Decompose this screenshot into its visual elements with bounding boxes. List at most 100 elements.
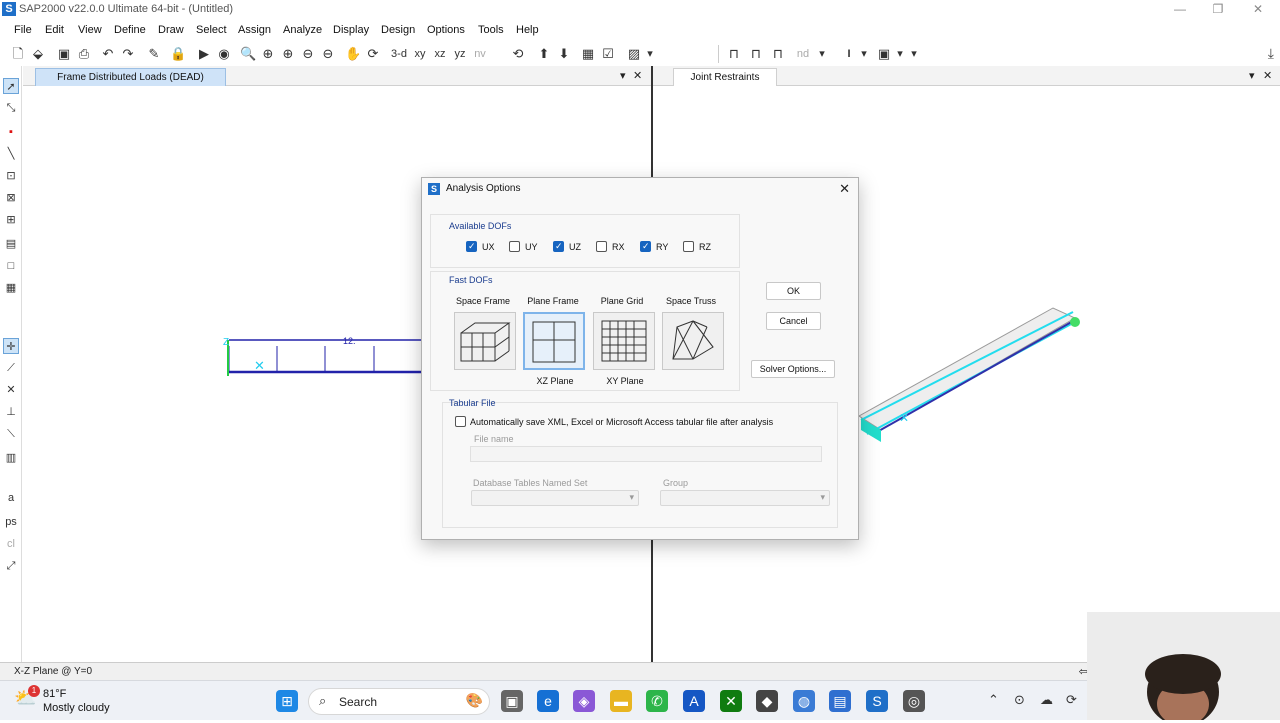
menu-help[interactable]: Help	[516, 24, 539, 36]
move-up-icon[interactable]: ⬆	[536, 45, 552, 63]
pointer-icon[interactable]: ➚	[3, 78, 19, 94]
tray-app-icon[interactable]: ⊙	[1014, 692, 1025, 708]
menu-tools[interactable]: Tools	[478, 24, 504, 36]
zoom-out-icon[interactable]: ⊖	[300, 45, 316, 63]
menu-edit[interactable]: Edit	[45, 24, 64, 36]
nd-button[interactable]: nd	[794, 45, 812, 63]
undo-icon[interactable]: ↶	[100, 45, 116, 63]
zoom-window-icon[interactable]: 🔍	[240, 45, 256, 63]
draw-joint-icon[interactable]: ▪	[3, 124, 19, 140]
solver-options-button[interactable]: Solver Options...	[751, 360, 835, 378]
refresh-window-icon[interactable]: ✎	[146, 45, 162, 63]
globe-icon[interactable]: ◍	[793, 690, 815, 712]
select-all-icon[interactable]: a	[3, 490, 19, 506]
right-pane-dropdown-icon[interactable]: ▾	[1249, 69, 1255, 82]
draw-brace-icon[interactable]: ⊓	[770, 45, 786, 63]
copilot-icon[interactable]: ◈	[573, 690, 595, 712]
lock-icon[interactable]: 🔒	[170, 45, 186, 63]
group-select[interactable]: ▾	[660, 490, 830, 506]
dof-uz-checkbox[interactable]	[553, 241, 564, 252]
start-icon[interactable]: ⊞	[276, 690, 298, 712]
draw-area-icon[interactable]: □	[3, 258, 19, 274]
run-options-icon[interactable]: ◉	[216, 45, 232, 63]
store-icon[interactable]: ▤	[829, 690, 851, 712]
snap-perpendicular-icon[interactable]: ⊥	[3, 404, 19, 420]
close-button[interactable]: ✕	[1248, 2, 1268, 18]
view-3d-button[interactable]: 3-d	[389, 45, 409, 63]
db-tables-select[interactable]: ▾	[471, 490, 639, 506]
sync-icon[interactable]: ⟳	[1066, 692, 1077, 708]
ok-button[interactable]: OK	[766, 282, 821, 300]
tray-chevron-icon[interactable]: ⌃	[988, 692, 999, 708]
xbox-icon[interactable]: ✕	[720, 690, 742, 712]
view-xz-button[interactable]: xz	[431, 45, 449, 63]
frame-view-dropdown-icon[interactable]: ▾	[896, 45, 904, 63]
menu-select[interactable]: Select	[196, 24, 227, 36]
file-name-field[interactable]	[470, 446, 822, 462]
space-truss-button[interactable]	[662, 312, 724, 370]
file-explorer-icon[interactable]: ▬	[610, 690, 632, 712]
left-pane-dropdown-icon[interactable]: ▾	[620, 69, 626, 82]
menu-options[interactable]: Options	[427, 24, 465, 36]
restore-button[interactable]: ❐	[1208, 2, 1228, 18]
minimize-button[interactable]: —	[1170, 2, 1190, 18]
reshape-icon[interactable]: ⤡	[3, 100, 19, 116]
quick-area-icon[interactable]: ▦	[3, 280, 19, 296]
dof-ry-checkbox[interactable]	[640, 241, 651, 252]
draw-multi-icon[interactable]: ⊓	[748, 45, 764, 63]
save-icon[interactable]: ▣	[56, 45, 72, 63]
tab-joint-restraints[interactable]: Joint Restraints	[673, 68, 777, 86]
cube-icon[interactable]: ◆	[756, 690, 778, 712]
clear-select-icon[interactable]: cl	[3, 536, 19, 552]
autodesk-icon[interactable]: A	[683, 690, 705, 712]
quick-draw-icon[interactable]: ⊡	[3, 168, 19, 184]
onedrive-icon[interactable]: ☁	[1040, 692, 1053, 708]
cancel-button[interactable]: Cancel	[766, 312, 821, 330]
snap-line-icon[interactable]: ⟍	[3, 426, 19, 442]
menu-draw[interactable]: Draw	[158, 24, 184, 36]
left-pane-close-icon[interactable]: ✕	[633, 69, 642, 82]
sap2000-taskbar-icon[interactable]: S	[866, 690, 888, 712]
view-yz-button[interactable]: yz	[451, 45, 469, 63]
snap-intersection-icon[interactable]: ✕	[3, 382, 19, 398]
edge-icon[interactable]: e	[537, 690, 559, 712]
dof-ux-checkbox[interactable]	[466, 241, 477, 252]
menu-design[interactable]: Design	[381, 24, 415, 36]
draw-secondary-icon[interactable]: ⊞	[3, 212, 19, 228]
snap-midpoint-icon[interactable]: ⟋	[3, 360, 19, 376]
menu-define[interactable]: Define	[114, 24, 146, 36]
run-analysis-icon[interactable]: ▶	[196, 45, 212, 63]
whatsapp-icon[interactable]: ✆	[646, 690, 668, 712]
draw-brace-icon-left[interactable]: ⊠	[3, 190, 19, 206]
zoom-step-icon[interactable]: ⊖	[320, 45, 336, 63]
snap-joint-icon[interactable]: ✛	[3, 338, 19, 354]
right-pane-close-icon[interactable]: ✕	[1263, 69, 1272, 82]
display-dropdown-icon[interactable]: ▾	[646, 45, 654, 63]
text-dropdown-icon[interactable]: ▾	[860, 45, 868, 63]
redo-icon[interactable]: ↷	[120, 45, 136, 63]
print-icon[interactable]: ⎙	[76, 45, 92, 63]
move-down-icon[interactable]: ⬇	[556, 45, 572, 63]
new-model-icon[interactable]: 🗋	[10, 45, 26, 63]
open-icon[interactable]: ⬙	[30, 45, 46, 63]
chrome-icon[interactable]: ◎	[903, 690, 925, 712]
download-icon[interactable]: ⤓	[1268, 45, 1274, 62]
menu-assign[interactable]: Assign	[238, 24, 271, 36]
menu-display[interactable]: Display	[333, 24, 369, 36]
plane-frame-button[interactable]	[523, 312, 585, 370]
snap-grid-icon[interactable]: ▥	[3, 450, 19, 466]
menu-view[interactable]: View	[78, 24, 102, 36]
dof-rz-checkbox[interactable]	[683, 241, 694, 252]
menu-file[interactable]: File	[14, 24, 32, 36]
plane-grid-button[interactable]	[593, 312, 655, 370]
tab-frame-distributed-loads[interactable]: Frame Distributed Loads (DEAD)	[35, 68, 226, 86]
more-dropdown-icon[interactable]: ▾	[910, 45, 918, 63]
draw-link-icon[interactable]: ▤	[3, 236, 19, 252]
search-box[interactable]: ⌕ Search 🎨	[308, 688, 490, 715]
task-view-icon[interactable]: ▣	[501, 690, 523, 712]
draw-frame-icon[interactable]: ⊓	[726, 45, 742, 63]
show-all-icon[interactable]: ⤢	[3, 558, 19, 574]
draw-frame-line-icon[interactable]: ╲	[3, 146, 19, 162]
dialog-close-icon[interactable]: ✕	[839, 181, 850, 197]
view-xy-button[interactable]: xy	[411, 45, 429, 63]
